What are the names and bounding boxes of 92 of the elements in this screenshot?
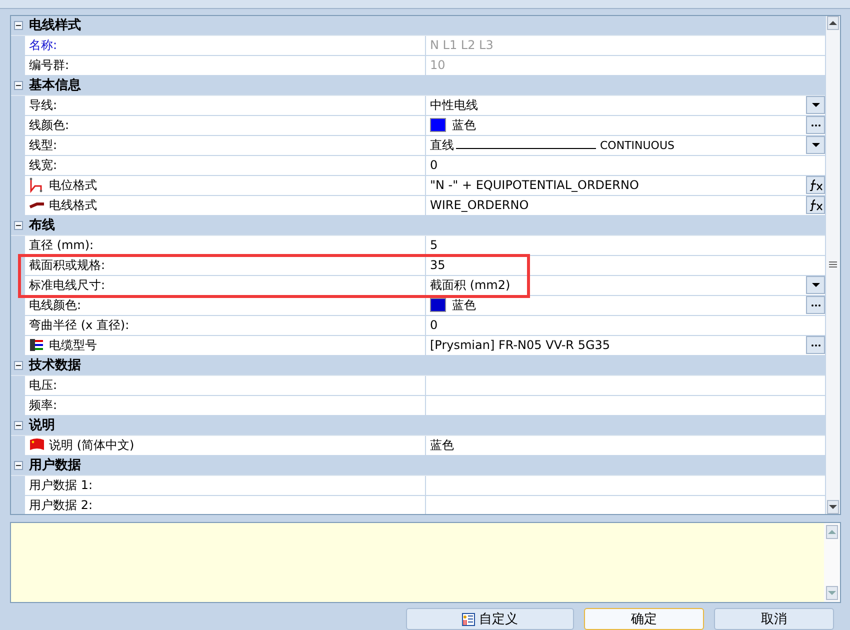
property-row[interactable]: 频率: [25,396,825,416]
property-row[interactable]: 电压: [25,376,825,396]
property-value: 蓝色 [452,116,477,134]
ellipsis-icon [810,344,820,347]
category-title: 基本信息 [28,76,81,95]
property-value: 截面积 (mm2) [430,276,512,294]
property-label: 名称: [29,36,58,54]
property-label: 直径 (mm): [29,236,94,254]
property-value: 蓝色 [452,296,477,314]
category-header[interactable]: 布线 [11,216,825,236]
property-value: 0 [430,318,439,332]
category-header[interactable]: 说明 [11,416,825,436]
scroll-thumb-icon[interactable] [829,261,837,268]
property-value: 直线 CONTINUOUS [430,136,676,154]
ellipsis-button[interactable] [806,296,825,314]
scroll-up-icon[interactable] [827,16,839,30]
property-label: 线型: [29,136,58,154]
caret-icon [812,283,820,288]
property-row[interactable]: 线型: 直线 CONTINUOUS [25,136,825,156]
property-value: 中性电线 [430,96,479,114]
property-label: 电线颜色: [29,296,82,314]
property-value: WIRE_ORDERNO [430,198,530,212]
ellipsis-icon [810,304,820,307]
property-value: 35 [430,258,446,272]
collapse-icon[interactable] [14,420,22,430]
scroll-down-icon[interactable] [827,500,839,514]
property-row[interactable]: 导线: 中性电线 [25,96,825,116]
formula-icon[interactable] [806,176,825,194]
property-label: 线颜色: [29,116,70,134]
category-header[interactable]: 用户数据 [11,456,825,476]
category-header[interactable]: 电线样式 [11,16,825,36]
property-row[interactable]: 电缆型号 [Prysmian] FR-N05 VV-R 5G35 [25,336,825,356]
potential-icon [29,177,45,194]
dropdown-button[interactable] [806,136,825,154]
property-row[interactable]: 用户数据 1: [25,476,825,496]
collapse-icon[interactable] [14,20,22,30]
collapse-icon[interactable] [14,460,22,470]
category-header[interactable]: 基本信息 [11,76,825,96]
cancel-button[interactable]: 取消 [714,608,834,630]
property-label: 标准电线尺寸: [29,276,106,294]
property-value: 10 [430,58,446,72]
category-title: 电线样式 [28,16,81,35]
property-value: 0 [430,158,439,172]
ellipsis-button[interactable] [806,336,825,354]
collapse-icon[interactable] [14,360,22,370]
ellipsis-icon [810,124,820,127]
property-label: 电缆型号 [49,336,97,354]
collapse-icon[interactable] [14,80,22,90]
property-row[interactable]: 说明 (简体中文) 蓝色 [25,436,825,456]
property-row[interactable]: 线宽: 0 [25,156,825,176]
property-label: 电位格式 [49,176,97,194]
customize-button[interactable]: 自定义 [406,608,574,630]
property-row[interactable]: 线颜色: 蓝色 [25,116,825,136]
ellipsis-button[interactable] [806,116,825,134]
caret-icon [812,143,820,148]
category-title: 技术数据 [28,356,81,375]
property-label: 弯曲半径 (x 直径): [29,316,130,334]
ok-button[interactable]: 确定 [584,608,704,630]
category-header[interactable]: 技术数据 [11,356,825,376]
property-label: 截面积或规格: [29,256,106,274]
property-label: 电压: [29,376,58,394]
property-label: 说明 (简体中文) [49,436,134,454]
property-value: "N -" + EQUIPOTENTIAL_ORDERNO [430,178,640,192]
property-label: 线宽: [29,156,58,174]
property-label: 导线: [29,96,58,114]
dropdown-button[interactable] [806,276,825,294]
property-value: [Prysmian] FR-N05 VV-R 5G35 [430,338,612,352]
cable-icon [29,337,45,354]
form-icon [462,612,475,626]
formula-icon[interactable] [806,196,825,214]
category-title: 用户数据 [28,456,81,475]
category-title: 说明 [28,416,55,435]
property-row[interactable]: 截面积或规格: 35 [25,256,825,276]
scrollbar[interactable] [825,16,840,514]
property-label: 用户数据 1: [29,476,92,494]
property-row[interactable]: 弯曲半径 (x 直径): 0 [25,316,825,336]
property-value: 蓝色 [430,436,455,454]
caret-icon [812,103,820,108]
property-row[interactable]: 直径 (mm): 5 [25,236,825,256]
property-row[interactable]: 电线格式 WIRE_ORDERNO [25,196,825,216]
property-row[interactable]: 用户数据 2: [25,496,825,514]
property-value: 5 [430,238,439,252]
property-row[interactable]: 标准电线尺寸: 截面积 (mm2) [25,276,825,296]
property-label: 用户数据 2: [29,496,92,514]
property-row[interactable]: 电位格式 "N -" + EQUIPOTENTIAL_ORDERNO [25,176,825,196]
property-label: 编号群: [29,56,70,74]
property-value: N L1 L2 L3 [430,38,494,52]
dropdown-button[interactable] [806,96,825,114]
property-label: 频率: [29,396,58,414]
property-label: 电线格式 [49,196,97,214]
collapse-icon[interactable] [14,220,22,230]
category-title: 布线 [28,216,55,235]
